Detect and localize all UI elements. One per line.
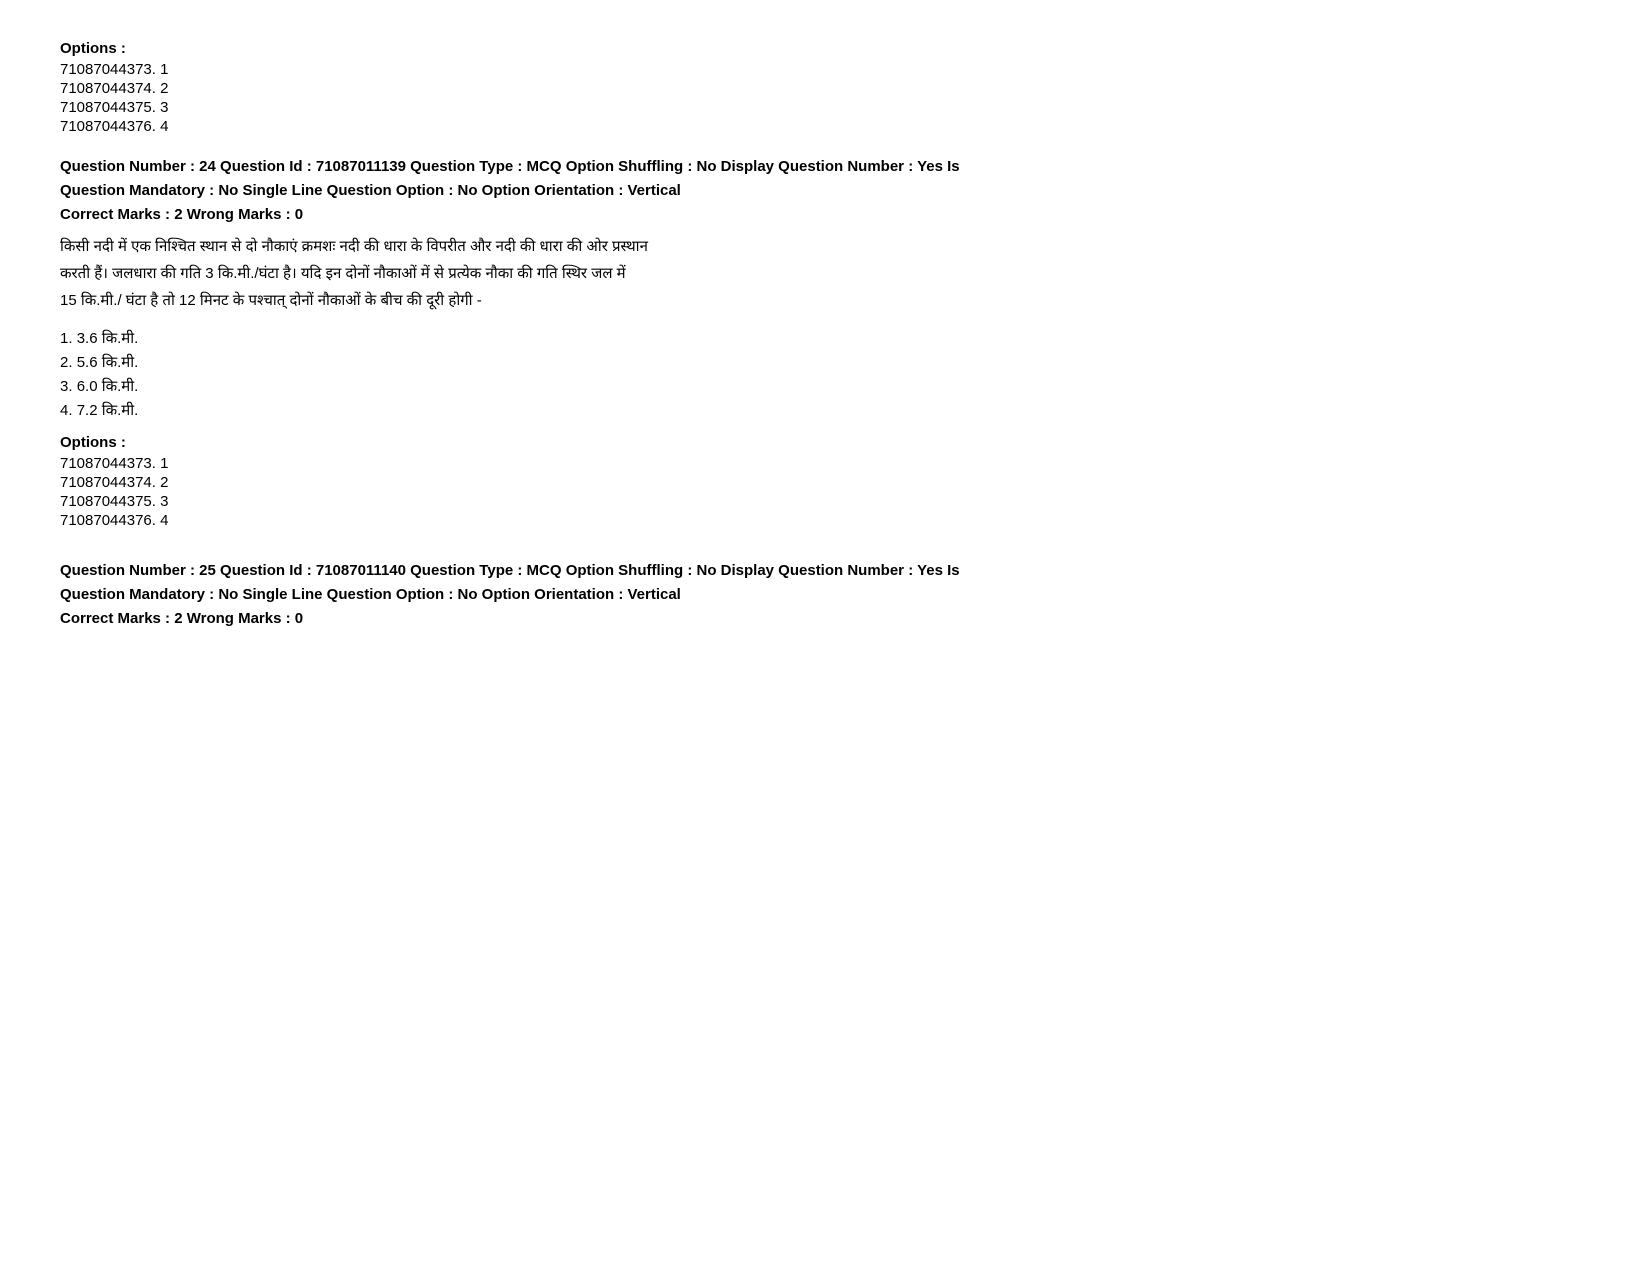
list-item: 71087044375. 3 [60,493,1590,510]
question-25-header: Question Number : 25 Question Id : 71087… [60,559,1590,631]
question-25-header-line1: Question Number : 25 Question Id : 71087… [60,559,1590,583]
option-num: 2 [160,80,168,97]
option-id: 71087044374 [60,80,152,97]
question-25-header-line3: Correct Marks : 2 Wrong Marks : 0 [60,607,1590,631]
question-24-header-line2: Question Mandatory : No Single Line Ques… [60,179,1590,203]
option-id: 71087044373 [60,455,152,472]
question-24-header: Question Number : 24 Question Id : 71087… [60,155,1590,227]
answer-num: 3. [60,378,73,395]
option-id: 71087044374 [60,474,152,491]
question-24-body-line3: 15 कि.मी./ घंटा है तो 12 मिनट के पश्चात्… [60,287,1590,314]
list-item: 71087044373. 1 [60,455,1590,472]
answer-text: 7.2 कि.मी. [77,402,139,419]
question-25-section: Question Number : 25 Question Id : 71087… [60,559,1590,631]
list-item: 71087044374. 2 [60,80,1590,97]
option-id: 71087044373 [60,61,152,78]
answer-text: 5.6 कि.मी. [77,354,139,371]
question-24-header-line3: Correct Marks : 2 Wrong Marks : 0 [60,203,1590,227]
top-options-section: Options : 71087044373. 1 71087044374. 2 … [60,40,1590,135]
list-item: 71087044376. 4 [60,512,1590,529]
option-num: 1 [160,455,168,472]
option-num: 2 [160,474,168,491]
question-24-answer-options: 1. 3.6 कि.मी. 2. 5.6 कि.मी. 3. 6.0 कि.मी… [60,328,1590,420]
answer-num: 4. [60,402,73,419]
option-id: 71087044376 [60,512,152,529]
answer-text: 3.6 कि.मी. [77,330,139,347]
question-24-section: Question Number : 24 Question Id : 71087… [60,155,1590,529]
list-item: 71087044374. 2 [60,474,1590,491]
top-options-label: Options : [60,40,1590,57]
question-24-body-line2: करती हैं। जलधारा की गति 3 कि.मी./घंटा है… [60,260,1590,287]
question-24-body: किसी नदी में एक निश्चित स्थान से दो नौका… [60,233,1590,314]
list-item: 3. 6.0 कि.मी. [60,376,1590,396]
question-24-header-line1: Question Number : 24 Question Id : 71087… [60,155,1590,179]
list-item: 4. 7.2 कि.मी. [60,400,1590,420]
option-id: 71087044375 [60,99,152,116]
option-num: 3 [160,493,168,510]
q24-options-label: Options : [60,434,1590,451]
option-id: 71087044375 [60,493,152,510]
list-item: 71087044376. 4 [60,118,1590,135]
list-item: 1. 3.6 कि.मी. [60,328,1590,348]
list-item: 71087044375. 3 [60,99,1590,116]
option-id: 71087044376 [60,118,152,135]
option-num: 3 [160,99,168,116]
option-num: 4 [160,512,168,529]
list-item: 2. 5.6 कि.मी. [60,352,1590,372]
list-item: 71087044373. 1 [60,61,1590,78]
answer-text: 6.0 कि.मी. [77,378,139,395]
option-num: 4 [160,118,168,135]
option-num: 1 [160,61,168,78]
question-25-header-line2: Question Mandatory : No Single Line Ques… [60,583,1590,607]
answer-num: 1. [60,330,73,347]
answer-num: 2. [60,354,73,371]
question-24-body-line1: किसी नदी में एक निश्चित स्थान से दो नौका… [60,233,1590,260]
